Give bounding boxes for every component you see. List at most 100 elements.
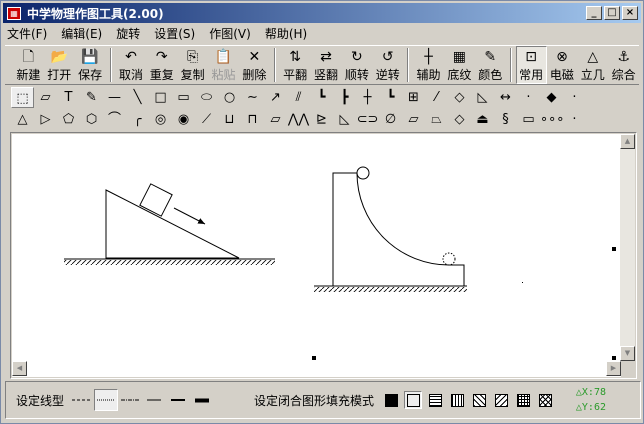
draw-tool-2-10-icon[interactable]: ⊔ xyxy=(218,109,241,130)
line-type-dotted[interactable] xyxy=(94,389,119,411)
draw-tool-1-16-icon[interactable]: ┼ xyxy=(356,87,379,108)
resize-handle-corner[interactable] xyxy=(612,356,616,360)
draw-tool-2-16-icon[interactable]: ⊂⊃ xyxy=(356,109,379,130)
draw-tool-1-15-icon[interactable]: ┣ xyxy=(333,87,356,108)
draw-tool-1-24-icon[interactable]: ◆ xyxy=(540,87,563,108)
draw-tool-2-7-icon[interactable]: ◎ xyxy=(149,109,172,130)
menu-draw[interactable]: 作图(V) xyxy=(207,25,253,42)
draw-tool-1-7-icon[interactable]: □ xyxy=(149,87,172,108)
draw-tool-1-8-icon[interactable]: ▭ xyxy=(172,87,195,108)
draw-tool-1-21-icon[interactable]: ◺ xyxy=(471,87,494,108)
draw-tool-2-1-icon[interactable]: △ xyxy=(11,109,34,130)
rotate-cw-button[interactable]: ↻ 顺转 xyxy=(341,46,372,84)
draw-tool-2-5-icon[interactable]: ⌒ xyxy=(103,109,126,130)
draw-tool-1-25-icon[interactable]: · xyxy=(563,87,586,108)
draw-tool-1-14-icon[interactable]: ┗ xyxy=(310,87,333,108)
draw-tool-1-2-icon[interactable]: ▱ xyxy=(34,87,57,108)
draw-tool-2-3-icon[interactable]: ⬠ xyxy=(57,109,80,130)
new-button[interactable]: 🗋 新建 xyxy=(13,46,44,84)
draw-tool-2-23-icon[interactable]: ▭ xyxy=(517,109,540,130)
resize-handle-bottom[interactable] xyxy=(312,356,316,360)
color-button[interactable]: ✎ 颜色 xyxy=(475,46,506,84)
guides-button[interactable]: ┼ 辅助 xyxy=(413,46,444,84)
draw-tool-2-9-icon[interactable]: ⟋ xyxy=(195,109,218,130)
draw-tool-1-3-icon[interactable]: T xyxy=(57,87,80,108)
menu-help[interactable]: 帮助(H) xyxy=(263,25,309,42)
draw-tool-1-22-icon[interactable]: ↔ xyxy=(494,87,517,108)
draw-tool-2-2-icon[interactable]: ▷ xyxy=(34,109,57,130)
line-type-dashdot[interactable] xyxy=(118,389,142,411)
draw-tool-2-20-icon[interactable]: ◇ xyxy=(448,109,471,130)
menu-rotate[interactable]: 旋转 xyxy=(114,25,142,42)
close-button[interactable]: × xyxy=(622,6,638,20)
scroll-left-button[interactable]: ◀ xyxy=(12,361,27,376)
draw-tool-2-13-icon[interactable]: ⋀⋀ xyxy=(287,109,310,130)
fill-none[interactable] xyxy=(404,391,423,409)
vertical-scrollbar[interactable]: ▲ ▼ xyxy=(620,134,635,361)
draw-tool-1-13-icon[interactable]: ⫽ xyxy=(287,87,310,108)
draw-tool-1-5-icon[interactable]: — xyxy=(103,87,126,108)
line-type-thick[interactable] xyxy=(190,389,214,411)
draw-tool-1-9-icon[interactable]: ⬭ xyxy=(195,87,218,108)
draw-tool-2-25-icon[interactable]: · xyxy=(563,109,586,130)
fill-cross[interactable] xyxy=(514,391,532,409)
horizontal-scrollbar[interactable]: ◀ ▶ xyxy=(12,361,621,377)
menu-edit[interactable]: 编辑(E) xyxy=(59,25,104,42)
fill-solid[interactable] xyxy=(382,391,400,409)
incline-diagram[interactable] xyxy=(64,183,275,265)
fill-horizontal[interactable] xyxy=(426,391,444,409)
resize-handle-right[interactable] xyxy=(612,247,616,251)
flip-vertical-button[interactable]: ⇄ 竖翻 xyxy=(311,46,342,84)
draw-tool-2-8-icon[interactable]: ◉ xyxy=(172,109,195,130)
drawing-canvas[interactable] xyxy=(12,134,621,361)
scroll-up-button[interactable]: ▲ xyxy=(620,134,635,149)
draw-tool-2-6-icon[interactable]: ╭ xyxy=(126,109,149,130)
draw-tool-2-15-icon[interactable]: ◺ xyxy=(333,109,356,130)
minimize-button[interactable]: _ xyxy=(586,6,602,20)
draw-tool-2-17-icon[interactable]: ∅ xyxy=(379,109,402,130)
electromagnetic-button[interactable]: ⊗ 电磁 xyxy=(547,46,578,84)
open-button[interactable]: 📂 打开 xyxy=(44,46,75,84)
paste-button[interactable]: 📋 粘贴 xyxy=(208,46,239,84)
draw-tool-1-1-icon[interactable]: ⬚ xyxy=(11,86,34,108)
draw-tool-1-10-icon[interactable]: ○ xyxy=(218,87,241,108)
draw-tool-2-19-icon[interactable]: ⏢ xyxy=(425,109,448,130)
draw-tool-2-12-icon[interactable]: ⏥ xyxy=(264,109,287,130)
rotate-ccw-button[interactable]: ↺ 逆转 xyxy=(372,46,403,84)
flip-horizontal-button[interactable]: ⇅ 平翻 xyxy=(280,46,311,84)
draw-tool-2-14-icon[interactable]: ⊵ xyxy=(310,109,333,130)
delete-button[interactable]: ✕ 删除 xyxy=(239,46,270,84)
redo-button[interactable]: ↷ 重复 xyxy=(146,46,177,84)
line-type-dashed[interactable] xyxy=(70,389,94,411)
draw-tool-1-4-icon[interactable]: ✎ xyxy=(80,87,103,108)
draw-tool-1-19-icon[interactable]: ⁄ xyxy=(425,87,448,108)
common-button[interactable]: ⊡ 常用 xyxy=(515,46,547,84)
quarter-track-diagram[interactable] xyxy=(314,166,467,292)
fill-vertical[interactable] xyxy=(448,391,466,409)
draw-tool-2-21-icon[interactable]: ⏏ xyxy=(471,109,494,130)
solid-geometry-button[interactable]: △ 立几 xyxy=(577,46,608,84)
draw-tool-2-22-icon[interactable]: § xyxy=(494,109,517,130)
line-type-medium[interactable] xyxy=(166,389,190,411)
draw-tool-1-23-icon[interactable]: · xyxy=(517,87,540,108)
menu-file[interactable]: 文件(F) xyxy=(5,25,49,42)
grid-button[interactable]: ▦ 底纹 xyxy=(444,46,475,84)
maximize-button[interactable]: □ xyxy=(604,6,620,20)
draw-tool-1-11-icon[interactable]: ∼ xyxy=(241,87,264,108)
line-type-thin[interactable] xyxy=(142,389,166,411)
fill-diagonal-back[interactable] xyxy=(470,391,488,409)
save-button[interactable]: 💾 保存 xyxy=(75,46,106,84)
draw-tool-2-11-icon[interactable]: ⊓ xyxy=(241,109,264,130)
fill-diagonal-cross[interactable] xyxy=(536,391,554,409)
undo-button[interactable]: ↶ 取消 xyxy=(116,46,147,84)
draw-tool-1-18-icon[interactable]: ⊞ xyxy=(402,87,425,108)
scroll-down-button[interactable]: ▼ xyxy=(620,346,635,361)
draw-tool-2-18-icon[interactable]: ▱ xyxy=(402,109,425,130)
draw-tool-2-24-icon[interactable]: ∘∘∘ xyxy=(540,109,564,130)
draw-tool-1-6-icon[interactable]: ╲ xyxy=(126,87,149,108)
draw-tool-1-20-icon[interactable]: ◇ xyxy=(448,87,471,108)
general-button[interactable]: ⚓ 综合 xyxy=(608,46,639,84)
draw-tool-2-4-icon[interactable]: ⬡ xyxy=(80,109,103,130)
draw-tool-1-17-icon[interactable]: ┗ xyxy=(379,87,402,108)
scroll-right-button[interactable]: ▶ xyxy=(606,361,621,376)
